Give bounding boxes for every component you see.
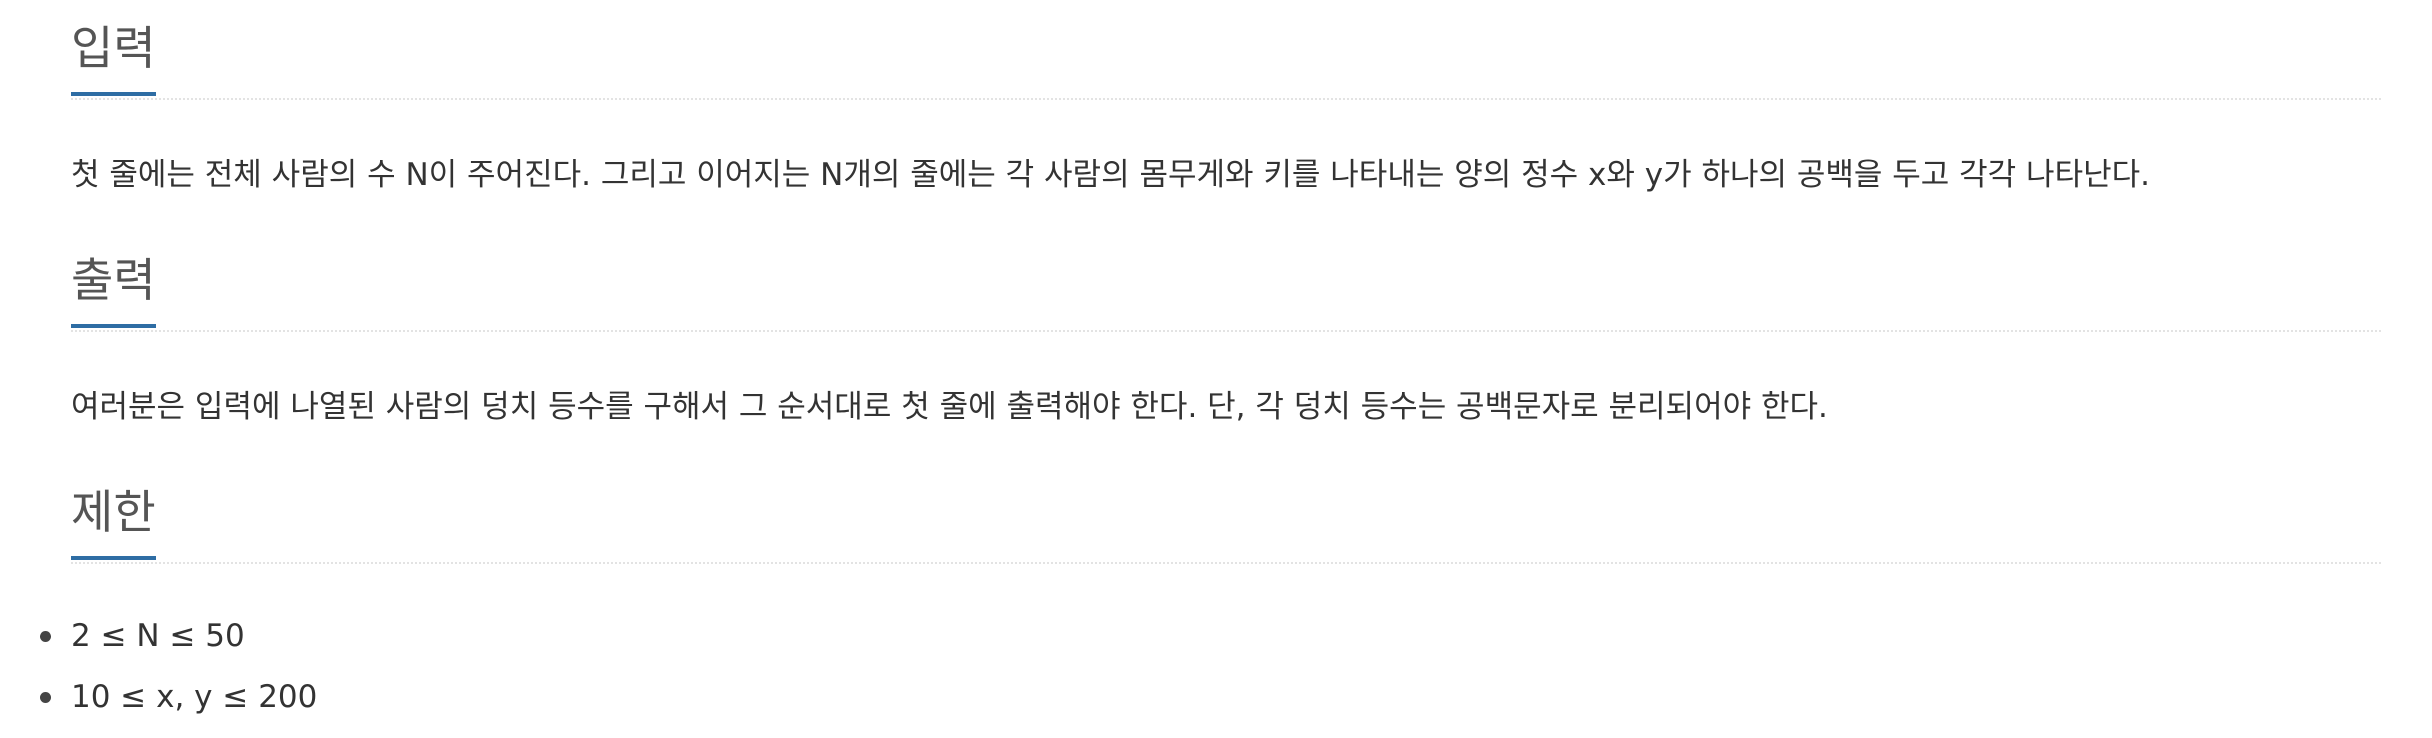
limit-section-header: 제한 [71, 464, 2381, 564]
bullet-dot-icon [40, 692, 51, 703]
limit-item-text: 10 ≤ x, y ≤ 200 [71, 679, 318, 715]
output-section-title: 출력 [71, 232, 156, 328]
limit-list: 2 ≤ N ≤ 50 10 ≤ x, y ≤ 200 [0, 614, 600, 736]
list-item: 10 ≤ x, y ≤ 200 [0, 675, 600, 736]
output-section-header: 출력 [71, 232, 2381, 332]
input-description: 첫 줄에는 전체 사람의 수 N이 주어진다. 그리고 이어지는 N개의 줄에는… [71, 157, 2150, 193]
bullet-dot-icon [40, 631, 51, 642]
limit-item-text: 2 ≤ N ≤ 50 [71, 618, 245, 654]
output-section: 출력 여러분은 입력에 나열된 사람의 덩치 등수를 구해서 그 순서대로 첫 … [71, 232, 2381, 425]
limit-section-title: 제한 [71, 464, 156, 560]
input-section-title: 입력 [71, 0, 156, 96]
input-section-header: 입력 [71, 0, 2381, 100]
list-item: 2 ≤ N ≤ 50 [0, 614, 600, 675]
output-description: 여러분은 입력에 나열된 사람의 덩치 등수를 구해서 그 순서대로 첫 줄에 … [71, 389, 1828, 425]
input-section: 입력 첫 줄에는 전체 사람의 수 N이 주어진다. 그리고 이어지는 N개의 … [71, 0, 2381, 193]
limit-section: 제한 2 ≤ N ≤ 50 10 ≤ x, y ≤ 200 [40, 464, 2381, 715]
